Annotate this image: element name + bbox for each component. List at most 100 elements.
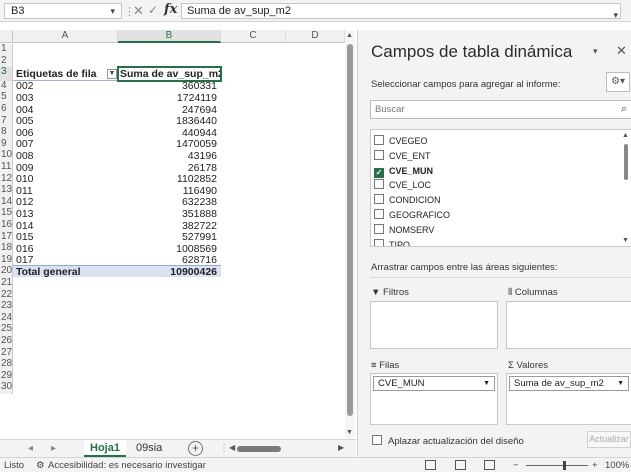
next-sheet-icon[interactable]: ▸ bbox=[51, 443, 56, 454]
pivot-row-label[interactable]: 007 bbox=[16, 139, 116, 150]
accessibility-status[interactable]: Accesibilidad: es necesario investigar bbox=[48, 460, 206, 471]
pivot-row-label[interactable]: 016 bbox=[16, 244, 116, 255]
update-button[interactable]: Actualizar bbox=[587, 431, 631, 448]
pivot-row-label-header[interactable]: Etiquetas de fila bbox=[16, 69, 106, 80]
field-item-condicion[interactable]: CONDICION bbox=[374, 193, 441, 207]
page-break-view-icon[interactable] bbox=[484, 460, 495, 470]
pivot-row-label[interactable]: 013 bbox=[16, 209, 116, 220]
field-item-cve_ent[interactable]: CVE_ENT bbox=[374, 149, 431, 163]
pivot-row-label[interactable]: 004 bbox=[16, 105, 116, 116]
filter-dropdown-icon[interactable]: ▼ bbox=[107, 69, 117, 80]
values-area[interactable]: Suma de av_sup_m2 ▼ bbox=[506, 373, 631, 425]
pivot-row-value[interactable]: 1724119 bbox=[118, 93, 219, 104]
checkbox-icon[interactable] bbox=[374, 135, 384, 145]
scroll-left-icon[interactable]: ◀ bbox=[229, 443, 235, 452]
column-header-d[interactable]: D bbox=[286, 30, 345, 43]
column-header-a[interactable]: A bbox=[13, 30, 118, 43]
pivot-row-label[interactable]: 002 bbox=[16, 81, 116, 92]
tab-split-handle-icon[interactable]: ⋮ bbox=[219, 443, 229, 454]
values-field-pill[interactable]: Suma de av_sup_m2 ▼ bbox=[509, 376, 629, 391]
pivot-row-value[interactable]: 1008569 bbox=[118, 244, 219, 255]
pivot-row-value[interactable]: 26178 bbox=[118, 163, 219, 174]
pivot-row-value[interactable]: 43196 bbox=[118, 151, 219, 162]
pivot-row-value[interactable]: 1470059 bbox=[118, 139, 219, 150]
field-list[interactable]: CVEGEO CVE_ENT ✓ CVE_MUN CVE_LOC CONDICION GEO… bbox=[370, 129, 631, 247]
checkbox-icon[interactable] bbox=[372, 435, 382, 445]
formula-input[interactable]: Suma de av_sup_m2 ▾ bbox=[181, 3, 621, 22]
checkbox-icon[interactable] bbox=[374, 179, 384, 190]
search-input[interactable]: Buscar ⌕ bbox=[370, 100, 631, 119]
field-list-scroll-thumb[interactable] bbox=[624, 144, 628, 180]
checkbox-icon[interactable] bbox=[374, 223, 384, 234]
pivot-row-value[interactable]: 116490 bbox=[118, 186, 219, 197]
pivot-row-label[interactable]: 009 bbox=[16, 163, 116, 174]
chevron-down-icon[interactable]: ▼ bbox=[483, 377, 490, 390]
rows-field-pill[interactable]: CVE_MUN ▼ bbox=[373, 376, 495, 391]
vertical-scrollbar[interactable]: ▲ ▼ bbox=[345, 30, 355, 438]
spreadsheet-grid[interactable]: A B C D 1 2 3 4 5 6 7 8 9 10 11 12 13 14 15 16 17 18 19 20 2… bbox=[0, 30, 345, 438]
pivot-row-value[interactable]: 632238 bbox=[118, 197, 219, 208]
filters-area[interactable] bbox=[370, 301, 498, 349]
checkbox-icon[interactable] bbox=[374, 209, 384, 219]
tab-09sia[interactable]: 09sia bbox=[130, 440, 168, 457]
pivot-row-value[interactable]: 351888 bbox=[118, 209, 219, 220]
cancel-icon[interactable]: ✕ bbox=[133, 3, 144, 19]
normal-view-icon[interactable] bbox=[425, 460, 436, 470]
pivot-row-value[interactable]: 247694 bbox=[118, 105, 219, 116]
rows-area[interactable]: CVE_MUN ▼ bbox=[370, 373, 498, 425]
field-list-scrollbar[interactable]: ▲ ▼ bbox=[622, 132, 630, 244]
row-header[interactable]: 1 bbox=[0, 44, 13, 56]
select-all-corner[interactable] bbox=[0, 30, 13, 43]
row-header[interactable]: 21 bbox=[0, 278, 13, 290]
checkbox-icon[interactable] bbox=[374, 149, 384, 160]
scrollbar-thumb[interactable] bbox=[347, 44, 353, 416]
pivot-row-label[interactable]: 011 bbox=[16, 186, 116, 197]
zoom-slider-handle[interactable] bbox=[563, 461, 566, 470]
pivot-row-label[interactable]: 008 bbox=[16, 151, 116, 162]
chevron-down-icon[interactable]: ▾ bbox=[110, 4, 115, 18]
scroll-down-icon[interactable]: ▼ bbox=[346, 429, 353, 436]
pivot-row-value[interactable]: 360331 bbox=[118, 81, 219, 92]
row-header[interactable]: 26 bbox=[0, 336, 13, 348]
pivot-row-label[interactable]: 003 bbox=[16, 93, 116, 104]
columns-area[interactable] bbox=[506, 301, 631, 349]
checkbox-icon[interactable] bbox=[374, 194, 384, 205]
previous-sheet-icon[interactable]: ◂ bbox=[28, 443, 33, 454]
pivot-row-value[interactable]: 527991 bbox=[118, 232, 219, 243]
zoom-slider[interactable] bbox=[526, 465, 588, 466]
tools-button[interactable]: ⚙▾ bbox=[606, 72, 630, 92]
name-box[interactable]: B3 ▾ bbox=[4, 3, 122, 19]
scroll-up-icon[interactable]: ▲ bbox=[346, 32, 353, 39]
accessibility-icon[interactable]: ⚙ bbox=[36, 460, 45, 471]
insert-function-icon[interactable]: fx bbox=[164, 2, 177, 17]
row-header[interactable]: 11 bbox=[0, 162, 13, 174]
defer-update-checkbox[interactable]: Aplazar actualización del diseño bbox=[372, 435, 524, 447]
field-item-cve_mun[interactable]: ✓ CVE_MUN bbox=[374, 164, 433, 178]
row-header[interactable]: 6 bbox=[0, 104, 13, 116]
checkbox-icon[interactable] bbox=[374, 238, 384, 246]
field-item-cve_loc[interactable]: CVE_LOC bbox=[374, 178, 431, 192]
enter-icon[interactable]: ✓ bbox=[148, 3, 158, 17]
field-item-nomserv[interactable]: NOMSERV bbox=[374, 223, 434, 237]
pivot-row-value[interactable]: 440944 bbox=[118, 128, 219, 139]
pivot-row-label[interactable]: 012 bbox=[16, 197, 116, 208]
panel-options-icon[interactable]: ▾ bbox=[593, 46, 598, 57]
pivot-total-label[interactable]: Total general bbox=[16, 267, 116, 278]
pivot-row-label[interactable]: 010 bbox=[16, 174, 116, 185]
page-layout-icon[interactable] bbox=[455, 460, 466, 470]
field-item-tipo[interactable]: TIPO bbox=[374, 238, 410, 246]
row-header[interactable]: 16 bbox=[0, 220, 13, 232]
close-icon[interactable]: ✕ bbox=[616, 43, 627, 59]
chevron-down-icon[interactable]: ▼ bbox=[617, 377, 624, 390]
zoom-level[interactable]: 100% bbox=[605, 460, 629, 471]
scroll-down-icon[interactable]: ▼ bbox=[622, 237, 629, 244]
field-item-cvegeo[interactable]: CVEGEO bbox=[374, 134, 428, 148]
pivot-row-value[interactable]: 1102852 bbox=[118, 174, 219, 185]
column-header-c[interactable]: C bbox=[221, 30, 286, 43]
add-sheet-button[interactable]: + bbox=[188, 441, 203, 456]
pivot-row-label[interactable]: 014 bbox=[16, 221, 116, 232]
expand-formula-icon[interactable]: ▾ bbox=[613, 8, 618, 22]
pivot-total-value[interactable]: 10900426 bbox=[118, 267, 219, 278]
pivot-row-value[interactable]: 382722 bbox=[118, 221, 219, 232]
zoom-in-button[interactable]: + bbox=[592, 460, 598, 471]
